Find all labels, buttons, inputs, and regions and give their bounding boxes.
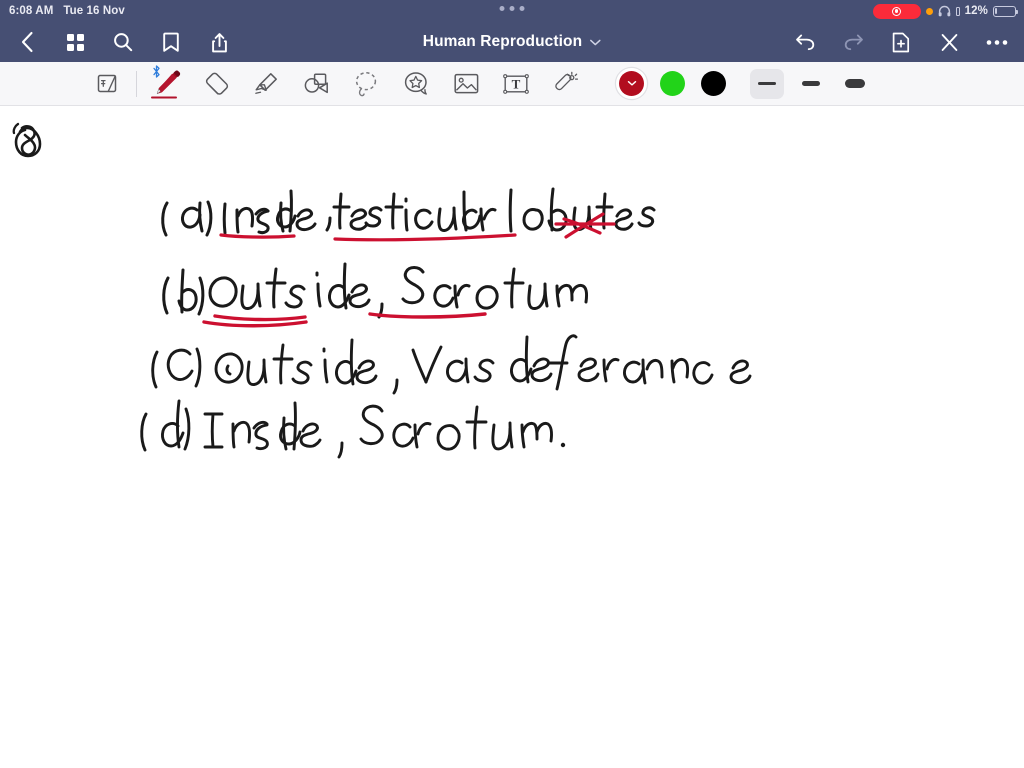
drawing-toolbar: T bbox=[0, 62, 1024, 106]
nav-right-group bbox=[792, 29, 1010, 55]
add-page-icon[interactable] bbox=[888, 29, 914, 55]
color-swatch-green[interactable] bbox=[660, 71, 685, 96]
color-swatch-black[interactable] bbox=[701, 71, 726, 96]
stroke-width-thick[interactable] bbox=[838, 69, 872, 99]
chevron-down-icon bbox=[590, 33, 601, 51]
red-underline-outside-1 bbox=[213, 314, 307, 322]
handwritten-ink-layer bbox=[12, 122, 752, 459]
chevron-down-icon bbox=[627, 79, 636, 89]
tool-lasso[interactable] bbox=[341, 64, 391, 104]
toolbar-divider bbox=[136, 70, 137, 97]
tool-eraser[interactable] bbox=[191, 64, 241, 104]
document-title-text: Human Reproduction bbox=[422, 33, 583, 50]
redo-icon[interactable] bbox=[840, 29, 866, 55]
tool-laser-pointer[interactable] bbox=[541, 64, 591, 104]
color-swatch-group bbox=[619, 71, 726, 96]
annotation-option-b bbox=[202, 312, 487, 328]
close-icon[interactable] bbox=[936, 29, 962, 55]
red-underline-testicular-lobutes bbox=[333, 233, 517, 242]
navigation-bar: Human Reproduction bbox=[0, 22, 1024, 62]
undo-icon[interactable] bbox=[792, 29, 818, 55]
tool-pen[interactable] bbox=[141, 64, 191, 104]
svg-text:T: T bbox=[512, 76, 521, 91]
stroke-width-medium[interactable] bbox=[794, 69, 828, 99]
document-title[interactable]: Human Reproduction bbox=[423, 33, 601, 51]
tool-sticker[interactable] bbox=[391, 64, 441, 104]
headphones-battery-icon bbox=[955, 6, 960, 16]
tool-image[interactable] bbox=[441, 64, 491, 104]
stroke-width-group bbox=[750, 68, 872, 99]
handwriting-option-d bbox=[140, 399, 566, 459]
handwriting-option-c bbox=[151, 334, 752, 395]
tool-page-flip[interactable] bbox=[82, 64, 132, 104]
tool-shapes[interactable] bbox=[291, 64, 341, 104]
screen-recording-icon bbox=[872, 3, 921, 19]
status-bar-left: 6:08 AM Tue 16 Nov bbox=[9, 5, 125, 17]
red-underline-scrotum bbox=[368, 312, 487, 319]
status-date: Tue 16 Nov bbox=[63, 5, 125, 17]
bookmark-icon[interactable] bbox=[158, 29, 184, 55]
tool-group: T bbox=[82, 64, 591, 104]
handwriting-option-b bbox=[162, 262, 589, 319]
search-icon[interactable] bbox=[110, 29, 136, 55]
tool-highlighter[interactable] bbox=[241, 64, 291, 104]
multitasking-handle-icon[interactable] bbox=[499, 6, 525, 11]
red-underline-outside-2 bbox=[202, 320, 308, 328]
question-number-8 bbox=[12, 122, 42, 158]
more-options-icon[interactable] bbox=[984, 29, 1010, 55]
status-time: 6:08 AM bbox=[9, 5, 54, 17]
back-icon[interactable] bbox=[14, 29, 40, 55]
stroke-width-thin[interactable] bbox=[750, 68, 784, 99]
color-swatch-red[interactable] bbox=[619, 71, 644, 96]
nav-left-group bbox=[14, 29, 232, 55]
battery-icon bbox=[993, 5, 1019, 17]
headphones-icon bbox=[938, 5, 951, 17]
notes-app-window: 6:08 AM Tue 16 Nov 12% Human Reproductio… bbox=[0, 0, 1024, 768]
status-bar-right: 12% bbox=[872, 3, 1019, 19]
status-bar: 6:08 AM Tue 16 Nov 12% bbox=[0, 0, 1024, 22]
microphone-privacy-dot-icon bbox=[925, 7, 933, 15]
share-icon[interactable] bbox=[206, 29, 232, 55]
tool-text-box[interactable]: T bbox=[491, 64, 541, 104]
red-underline-inside bbox=[219, 233, 296, 239]
battery-percent: 12% bbox=[964, 5, 988, 17]
note-canvas[interactable] bbox=[0, 106, 1024, 768]
thumbnails-grid-icon[interactable] bbox=[62, 29, 88, 55]
